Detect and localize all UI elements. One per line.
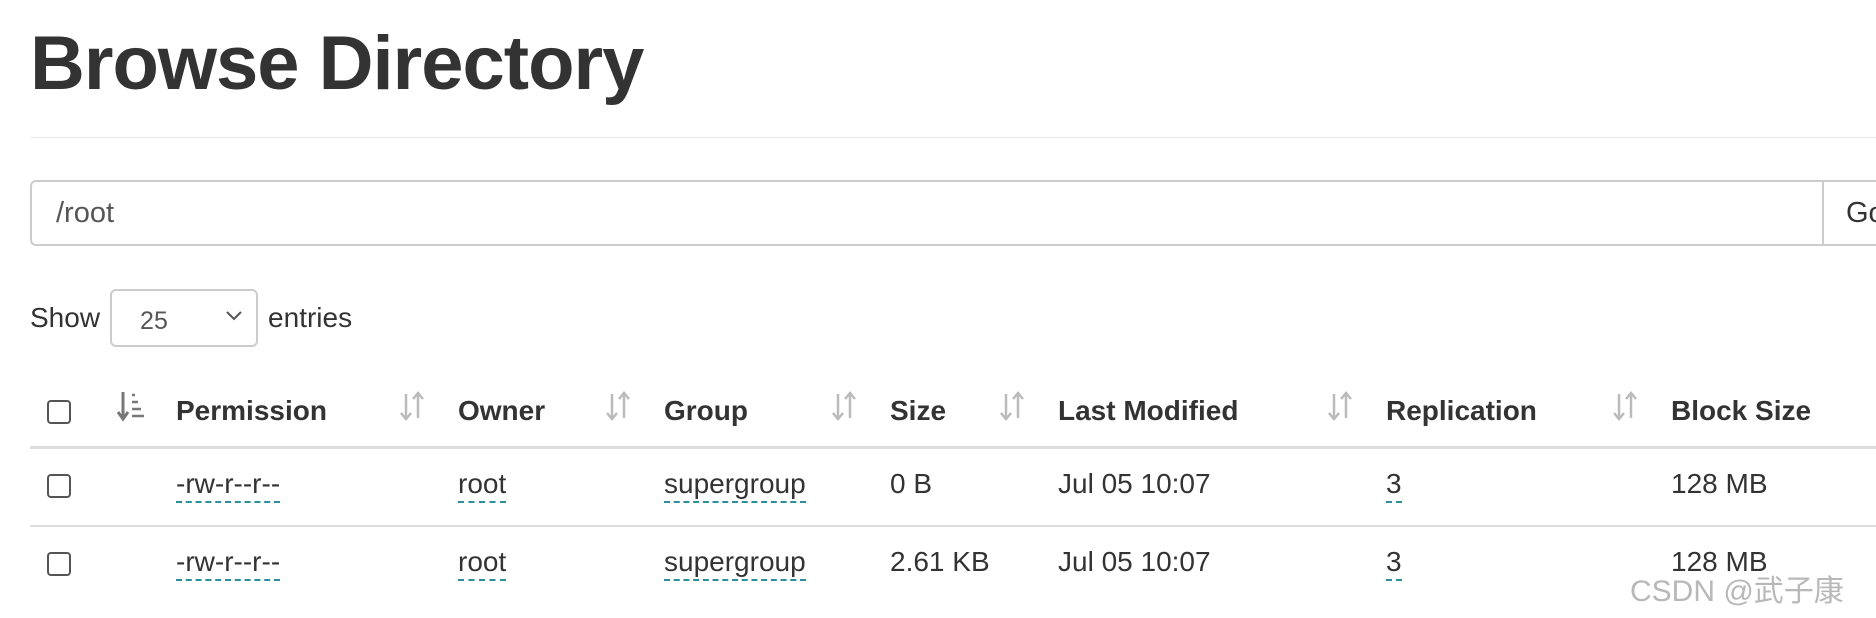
column-header-owner[interactable]: Owner	[458, 395, 545, 427]
entries-length-control: Show 25 entries	[30, 288, 352, 348]
size-value: 2.61 KB	[890, 546, 990, 577]
last-modified-value: Jul 05 10:07	[1058, 468, 1211, 499]
sort-both-icon[interactable]	[603, 388, 633, 424]
sort-both-icon[interactable]	[397, 388, 427, 424]
column-header-replication[interactable]: Replication	[1386, 395, 1537, 427]
chevron-down-icon	[226, 311, 242, 321]
title-divider	[30, 137, 1876, 138]
browse-directory-page: Browse Directory Go! Show 25 entries Per…	[0, 0, 1876, 618]
row-checkbox[interactable]	[47, 552, 71, 576]
column-header-permission[interactable]: Permission	[176, 395, 327, 427]
page-title: Browse Directory	[30, 21, 644, 106]
entries-selected-value: 25	[140, 307, 168, 335]
table-row: -rw-r--r-- root supergroup 0 B Jul 05 10…	[30, 449, 1876, 527]
block-size-value: 128 MB	[1671, 468, 1768, 499]
column-header-size[interactable]: Size	[890, 395, 946, 427]
directory-path-input[interactable]	[30, 180, 1822, 246]
sort-both-icon[interactable]	[1610, 388, 1640, 424]
group-link[interactable]: supergroup	[664, 468, 806, 503]
select-all-checkbox[interactable]	[47, 400, 71, 424]
replication-link[interactable]: 3	[1386, 546, 1402, 581]
path-bar: Go!	[30, 180, 1876, 246]
table-row: -rw-r--r-- root supergroup 2.61 KB Jul 0…	[30, 527, 1876, 603]
sort-both-icon[interactable]	[829, 388, 859, 424]
entries-label: entries	[268, 302, 353, 333]
go-button[interactable]: Go!	[1822, 180, 1876, 246]
replication-link[interactable]: 3	[1386, 468, 1402, 503]
watermark: CSDN @武子康	[1630, 575, 1844, 608]
show-label: Show	[30, 302, 101, 333]
group-link[interactable]: supergroup	[664, 546, 806, 581]
sort-both-icon[interactable]	[1325, 388, 1355, 424]
permission-link[interactable]: -rw-r--r--	[176, 468, 281, 503]
owner-link[interactable]: root	[458, 546, 507, 581]
column-header-group[interactable]: Group	[664, 395, 748, 427]
sort-amount-down-icon[interactable]	[116, 388, 146, 424]
sort-both-icon[interactable]	[997, 388, 1027, 424]
entries-per-page-select[interactable]: 25	[110, 289, 259, 347]
column-header-last-modified[interactable]: Last Modified	[1058, 395, 1238, 427]
table-header: Permission Owner Group Size Last Modifie…	[30, 380, 1876, 449]
owner-link[interactable]: root	[458, 468, 507, 503]
size-value: 0 B	[890, 468, 933, 499]
column-header-block-size[interactable]: Block Size	[1671, 395, 1811, 427]
permission-link[interactable]: -rw-r--r--	[176, 546, 281, 581]
row-checkbox[interactable]	[47, 474, 71, 498]
last-modified-value: Jul 05 10:07	[1058, 546, 1211, 577]
